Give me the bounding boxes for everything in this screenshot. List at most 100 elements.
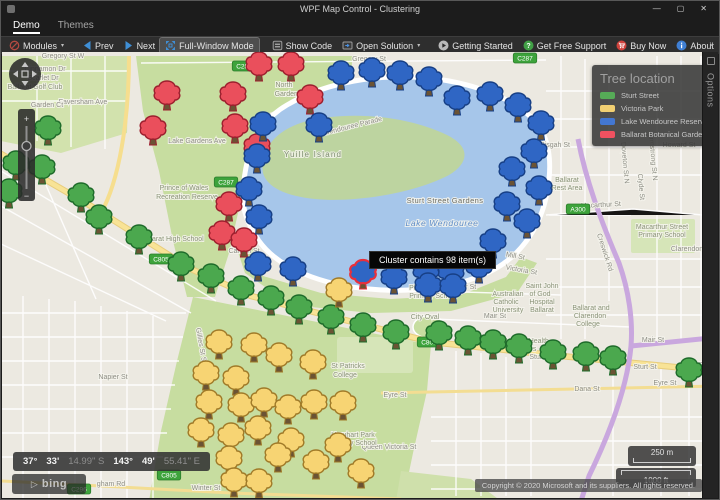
- compass-control[interactable]: [9, 58, 41, 90]
- maximize-button[interactable]: ▢: [677, 2, 685, 16]
- legend-swatch: [600, 105, 615, 112]
- show-code-icon: [272, 40, 283, 51]
- prev-icon: [82, 40, 92, 51]
- legend-item: Lake Wendouree Reserve: [600, 117, 706, 126]
- map-label: Faversham Ave: [59, 99, 108, 106]
- tree-cluster-marker[interactable]: [573, 342, 599, 371]
- show-code-button[interactable]: Show Code: [267, 38, 338, 53]
- bing-logo[interactable]: ▷ bing: [12, 474, 86, 494]
- map-label: Primary School: [638, 232, 686, 239]
- tree-cluster-marker[interactable]: [455, 326, 481, 355]
- map-label: Sturt St: [633, 364, 656, 371]
- legend-title: Tree location: [600, 71, 706, 86]
- map-label: Eyre St: [384, 392, 407, 399]
- svg-text:C287: C287: [218, 180, 234, 187]
- map-label: Australian: [492, 291, 523, 298]
- tree-cluster-marker[interactable]: [480, 330, 506, 359]
- zoom-slider[interactable]: + −: [18, 109, 35, 201]
- chevron-down-icon: ▾: [417, 42, 420, 49]
- legend-label: Sturt Street: [621, 91, 659, 100]
- tab-demo[interactable]: Demo: [13, 18, 40, 34]
- title-bar: WPF Map Control - Clustering — ▢ ✕: [1, 1, 719, 17]
- copyright-notice: Copyright © 2020 Microsoft and its suppl…: [475, 479, 702, 492]
- legend-label: Lake Wendouree Reserve: [621, 117, 708, 126]
- prev-button[interactable]: Prev: [77, 38, 119, 53]
- map-label: College: [333, 372, 357, 379]
- map-label: Macarthur Street: [636, 224, 688, 231]
- legend-items: Sturt Street Victoria Park Lake Wendouree …: [600, 91, 706, 139]
- map-label: Doveton St N: [619, 142, 630, 184]
- coordinates-bar: 37° 33' 14.99" S 143° 49' 55.41" E: [13, 452, 210, 471]
- svg-text:C805: C805: [153, 257, 169, 264]
- tree-cluster-marker[interactable]: [86, 205, 112, 234]
- map-label: Recreation Reserve: [156, 194, 218, 201]
- map-label: Clyde St: [636, 173, 645, 200]
- info-icon: [676, 40, 687, 51]
- map-label: Gregory St W: [42, 53, 85, 60]
- zoom-out-icon[interactable]: −: [24, 191, 29, 201]
- legend-item: Victoria Park: [600, 104, 706, 113]
- tree-cluster-marker[interactable]: [600, 346, 626, 375]
- buy-now-button[interactable]: Buy Now: [611, 38, 671, 53]
- getting-started-button[interactable]: Getting Started: [433, 38, 518, 53]
- map-label: Mair St: [484, 313, 506, 320]
- svg-text:A300: A300: [570, 207, 586, 214]
- cluster-tooltip: Cluster contains 98 item(s): [369, 251, 496, 269]
- get-free-support-button[interactable]: ? Get Free Support: [518, 38, 612, 53]
- scale-line: [633, 458, 691, 463]
- longitude-degrees: 143°: [113, 456, 133, 467]
- road-shield: C287: [513, 53, 536, 63]
- zoom-in-icon[interactable]: +: [24, 114, 29, 124]
- svg-text:C287: C287: [517, 56, 533, 63]
- map-label: North: [275, 82, 292, 89]
- map-label: Rest Area: [552, 185, 583, 192]
- options-panel-tab[interactable]: Options: [702, 52, 718, 498]
- chevron-down-icon: ▾: [61, 42, 64, 49]
- map-label: University: [493, 307, 524, 314]
- map-label: Eyre St: [654, 380, 677, 387]
- map-label: Yuille Island: [284, 150, 342, 159]
- map-label: Ballarat and: [572, 305, 609, 312]
- legend-item: Sturt Street: [600, 91, 706, 100]
- next-button[interactable]: Next: [119, 38, 161, 53]
- map-label: College: [576, 321, 600, 328]
- scale-bar-metric: 250 m: [628, 446, 696, 466]
- app-window: WPF Map Control - Clustering — ▢ ✕ Demo …: [0, 0, 720, 500]
- road-shield: C805: [157, 470, 180, 480]
- minimize-button[interactable]: —: [653, 2, 661, 16]
- map-viewport[interactable]: Gregory StGregory St WCinnamon DrScarlet…: [2, 52, 718, 498]
- getting-started-icon: [438, 40, 449, 51]
- open-solution-button[interactable]: Open Solution ▾: [337, 38, 425, 53]
- full-window-mode-button[interactable]: Full-Window Mode: [160, 38, 259, 53]
- options-label: Options: [706, 73, 716, 108]
- legend-swatch: [600, 92, 615, 99]
- map-label: Lake Gardens Ave: [168, 138, 226, 145]
- road-shield: A300: [566, 204, 589, 214]
- modules-button[interactable]: Modules ▾: [4, 38, 69, 53]
- map-label: Dana St: [574, 386, 599, 393]
- map-label: Prince of Wales: [160, 185, 209, 192]
- full-window-icon: [165, 40, 176, 51]
- map-label: Garden Ct: [31, 102, 63, 109]
- menu-bar: Demo Themes: [1, 17, 719, 36]
- map-label: Lake Wendouree: [406, 218, 479, 228]
- map-label: of God: [529, 291, 550, 298]
- tree-cluster-marker[interactable]: [228, 276, 254, 305]
- latitude-seconds: 14.99" S: [68, 456, 104, 467]
- pin-icon: [707, 57, 715, 65]
- legend-panel: Tree location Sturt Street Victoria Park L…: [592, 65, 714, 146]
- map-label: Saint John: [525, 283, 558, 290]
- latitude-degrees: 37°: [23, 456, 37, 467]
- tab-themes[interactable]: Themes: [58, 18, 94, 31]
- toolbar-overflow-icon[interactable]: ∨: [709, 40, 714, 48]
- map-label: Winter St: [192, 485, 221, 492]
- longitude-seconds: 55.41" E: [164, 456, 200, 467]
- legend-swatch: [600, 131, 615, 138]
- legend-label: Victoria Park: [621, 104, 663, 113]
- close-button[interactable]: ✕: [700, 2, 707, 16]
- zoom-slider-thumb[interactable]: [22, 142, 31, 151]
- map-label: Catholic: [493, 299, 519, 306]
- map-label: Clarendon: [574, 313, 606, 320]
- scale-line: [621, 470, 691, 475]
- legend-swatch: [600, 118, 615, 125]
